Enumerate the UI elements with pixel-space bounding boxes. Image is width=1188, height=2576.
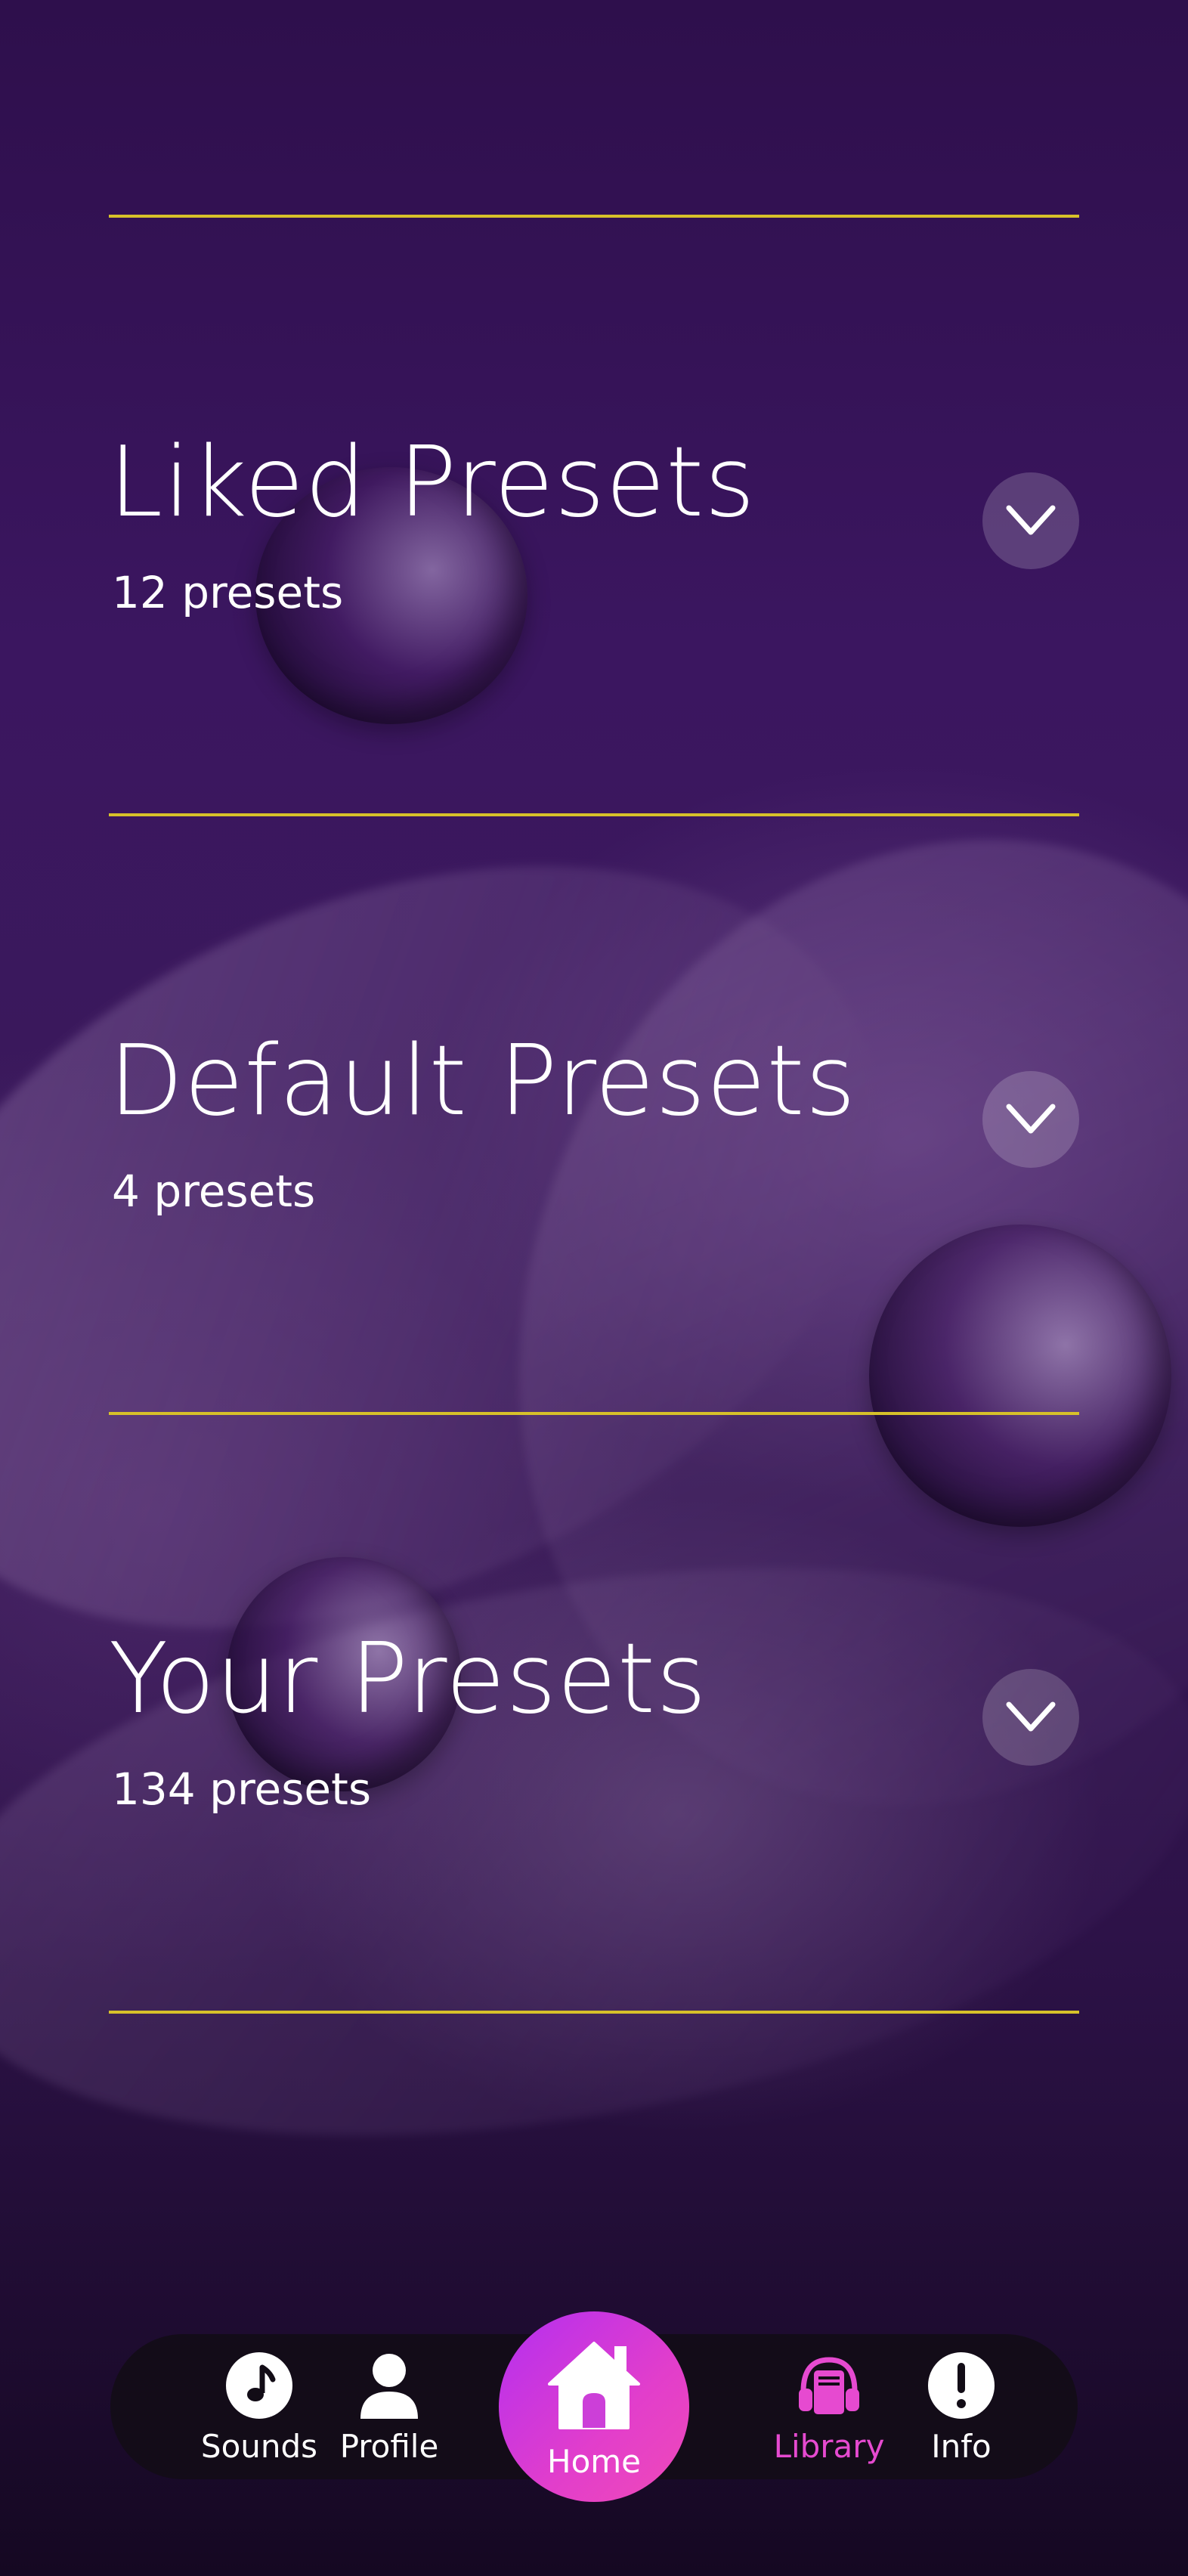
chevron-down-icon [1006, 1104, 1056, 1134]
chevron-down-icon [1006, 1701, 1056, 1732]
nav-label: Profile [339, 2428, 439, 2465]
expand-button[interactable] [982, 472, 1079, 569]
preset-count: 4 presets [112, 1166, 316, 1217]
nav-label: Sounds [200, 2428, 318, 2465]
nav-sounds[interactable]: Sounds [184, 2334, 335, 2479]
person-icon [360, 2354, 418, 2419]
nav-home[interactable]: Home [499, 2311, 689, 2502]
preset-count: 12 presets [112, 567, 344, 618]
section-title: Default Presets [109, 1025, 857, 1138]
liked-presets-section[interactable]: Liked Presets 12 presets [109, 435, 1079, 752]
preset-count: 134 presets [112, 1763, 372, 1815]
section-title: Liked Presets [109, 426, 756, 539]
section-divider [109, 813, 1079, 816]
expand-button[interactable] [982, 1669, 1079, 1766]
nav-info[interactable]: Info [886, 2334, 1037, 2479]
nav-label: Library [773, 2428, 885, 2465]
house-icon [548, 2342, 640, 2429]
nav-label: Info [931, 2428, 992, 2465]
exclamation-icon [928, 2352, 995, 2419]
section-divider [109, 2011, 1079, 2014]
headphones-book-icon [799, 2357, 859, 2414]
nav-profile[interactable]: Profile [314, 2334, 465, 2479]
default-presets-section[interactable]: Default Presets 4 presets [109, 1033, 1079, 1351]
expand-button[interactable] [982, 1071, 1079, 1168]
music-note-icon [226, 2352, 292, 2419]
your-presets-section[interactable]: Your Presets 134 presets [109, 1631, 1079, 1949]
nav-library[interactable]: Library [753, 2334, 905, 2479]
section-divider [109, 1412, 1079, 1415]
chevron-down-icon [1006, 505, 1056, 535]
section-divider [109, 215, 1079, 218]
section-title: Your Presets [109, 1623, 707, 1735]
nav-label: Home [546, 2443, 642, 2480]
